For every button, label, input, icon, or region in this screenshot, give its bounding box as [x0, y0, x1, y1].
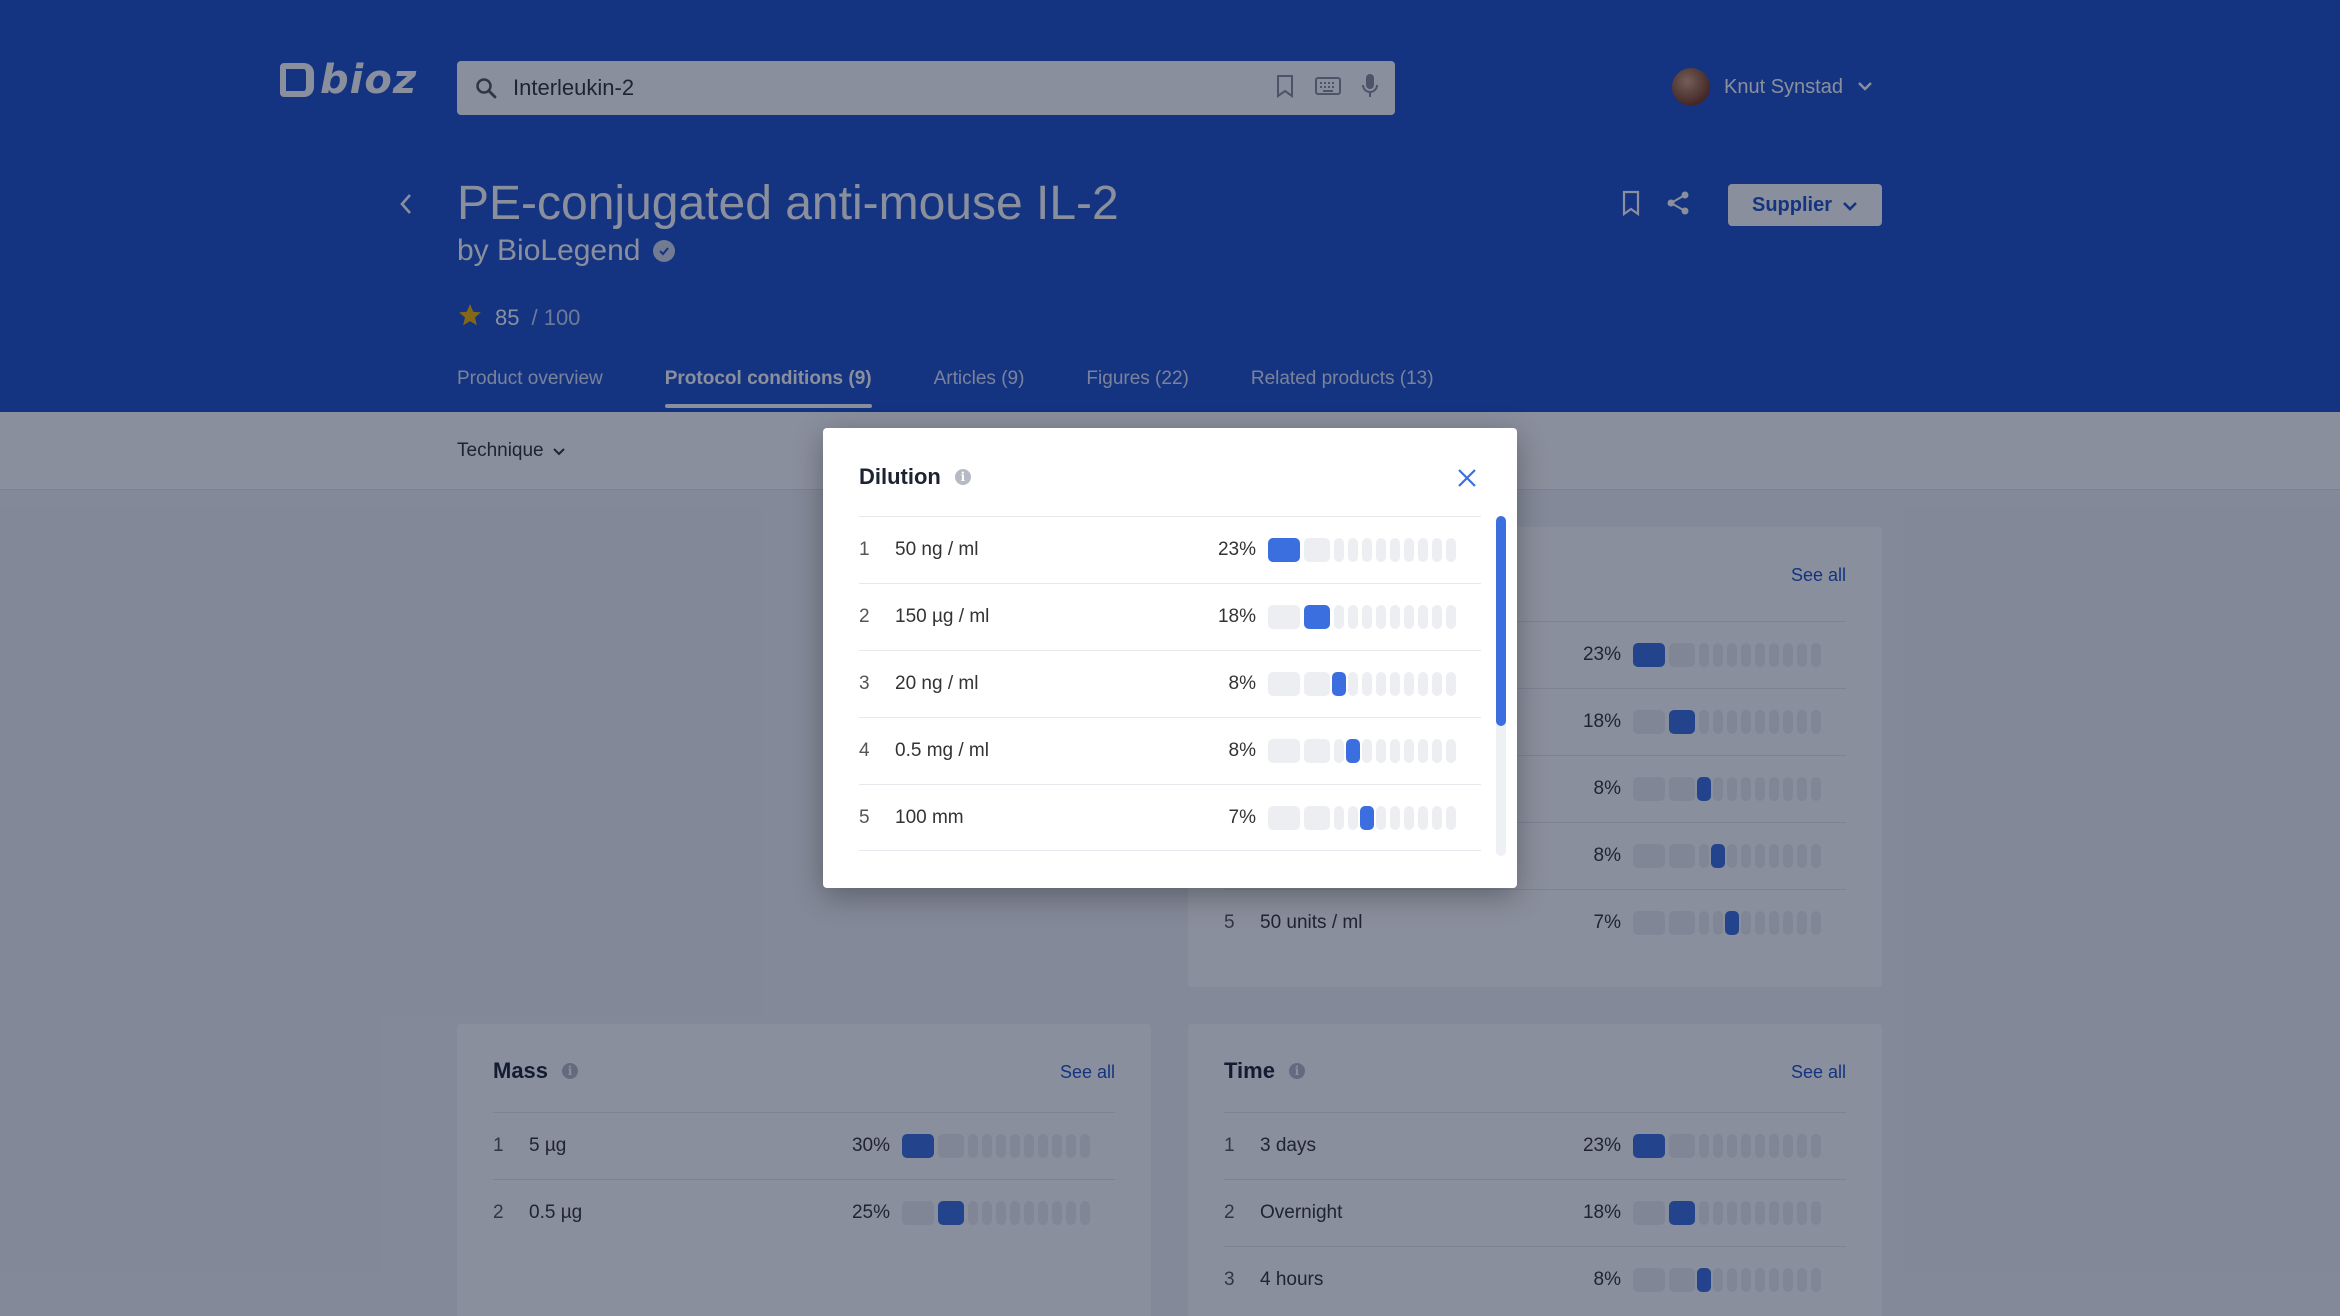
bar-segment [1446, 672, 1456, 696]
bar-segment [1418, 605, 1428, 629]
bar-segment [1334, 739, 1344, 763]
bar-segment [1268, 805, 1300, 830]
row-label: 50 ng / ml [895, 539, 979, 560]
frequency-bar [1268, 739, 1481, 763]
bar-segment [1268, 672, 1300, 696]
bar-segment [1390, 805, 1400, 830]
row-rank: 3 [859, 673, 870, 694]
bar-segment [1304, 672, 1330, 696]
bar-segment [1376, 805, 1386, 830]
bar-segment [1362, 605, 1372, 629]
dilution-modal: Dilution i 1 50 ng / ml 23% 2 150 µg / ml 18%… [823, 428, 1517, 888]
bar-segment [1418, 672, 1428, 696]
bar-segment [1348, 805, 1358, 830]
frequency-bar [1268, 538, 1481, 562]
bar-segment [1418, 538, 1428, 562]
bar-segment [1268, 739, 1300, 763]
bar-segment [1446, 739, 1456, 763]
frequency-bar [1268, 672, 1481, 696]
bar-fill [1304, 605, 1330, 629]
modal-scrollbar[interactable] [1496, 516, 1506, 856]
bar-segment [1390, 538, 1400, 562]
frequency-bar [1268, 805, 1481, 830]
bar-segment [1304, 739, 1330, 763]
bar-segment [1348, 672, 1358, 696]
scrollbar-thumb[interactable] [1496, 516, 1506, 726]
bar-fill [1332, 672, 1346, 696]
bar-segment [1304, 805, 1330, 830]
row-percent: 18% [1217, 606, 1256, 627]
row-rank: 1 [859, 539, 870, 560]
row-label: 150 µg / ml [895, 606, 990, 627]
row-label: 100 mm [895, 806, 964, 828]
row-label: 0.5 mg / ml [895, 740, 989, 761]
bar-segment [1348, 538, 1358, 562]
bar-segment [1432, 605, 1442, 629]
bar-segment [1268, 605, 1300, 629]
bar-segment [1304, 538, 1330, 562]
row-percent: 8% [1228, 673, 1256, 694]
bar-segment [1376, 538, 1386, 562]
row-rank: 4 [859, 740, 870, 761]
list-item[interactable]: 5 100 mm 7% [859, 784, 1481, 851]
bar-segment [1446, 538, 1456, 562]
bar-fill [1360, 805, 1374, 830]
modal-heading: Dilution i [859, 464, 971, 490]
row-percent: 7% [1228, 806, 1256, 828]
bar-segment [1362, 538, 1372, 562]
bar-segment [1348, 605, 1358, 629]
close-icon[interactable] [1453, 464, 1481, 492]
bar-segment [1432, 672, 1442, 696]
list-item[interactable]: 4 0.5 mg / ml 8% [859, 717, 1481, 784]
bar-segment [1390, 672, 1400, 696]
dilution-list: 1 50 ng / ml 23% 2 150 µg / ml 18% 3 20 ng / ml… [859, 516, 1481, 851]
bar-segment [1362, 739, 1372, 763]
bar-segment [1404, 805, 1414, 830]
bar-segment [1404, 739, 1414, 763]
list-item[interactable]: 1 50 ng / ml 23% [859, 516, 1481, 583]
bar-segment [1334, 538, 1344, 562]
bar-segment [1404, 672, 1414, 696]
bar-segment [1376, 739, 1386, 763]
row-rank: 2 [859, 606, 870, 627]
row-percent: 23% [1217, 539, 1256, 560]
bar-segment [1432, 739, 1442, 763]
bar-segment [1404, 605, 1414, 629]
bar-fill [1346, 739, 1360, 763]
row-label: 20 ng / ml [895, 673, 979, 694]
list-item[interactable]: 3 20 ng / ml 8% [859, 650, 1481, 717]
bar-segment [1446, 605, 1456, 629]
bar-segment [1418, 805, 1428, 830]
bar-fill [1268, 538, 1300, 562]
bar-segment [1432, 805, 1442, 830]
info-icon[interactable]: i [954, 469, 971, 485]
bar-segment [1376, 605, 1386, 629]
bar-segment [1376, 672, 1386, 696]
list-item[interactable]: 2 150 µg / ml 18% [859, 583, 1481, 650]
row-rank: 5 [859, 806, 870, 828]
bar-segment [1390, 739, 1400, 763]
modal-title: Dilution [859, 464, 941, 489]
bar-segment [1334, 805, 1344, 830]
bar-segment [1404, 538, 1414, 562]
bar-segment [1432, 538, 1442, 562]
frequency-bar [1268, 605, 1481, 629]
bar-segment [1362, 672, 1372, 696]
bar-segment [1446, 805, 1456, 830]
bar-segment [1418, 739, 1428, 763]
bar-segment [1390, 605, 1400, 629]
bar-segment [1334, 605, 1344, 629]
row-percent: 8% [1228, 740, 1256, 761]
